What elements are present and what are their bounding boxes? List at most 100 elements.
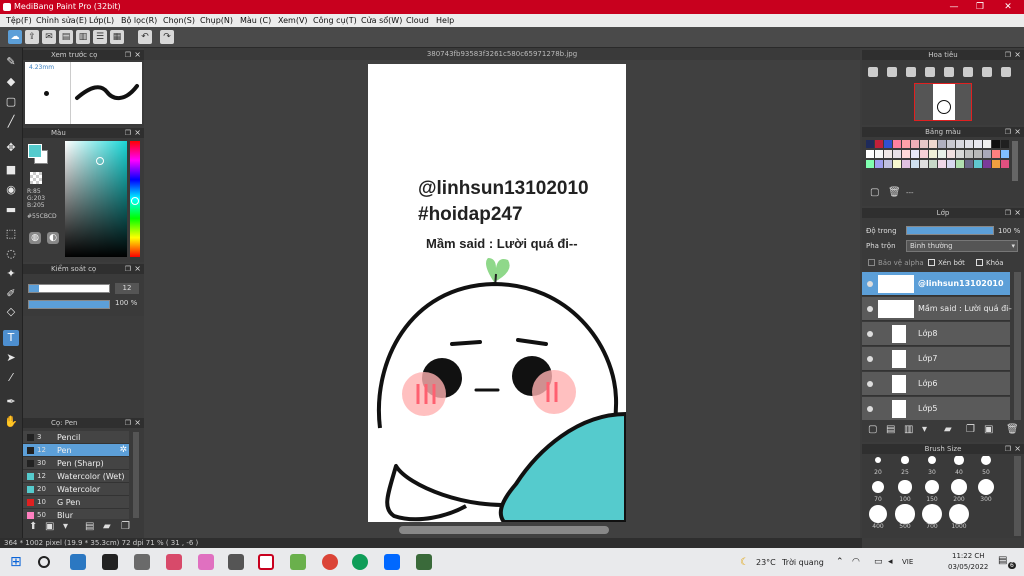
palette-swatch[interactable] (911, 160, 919, 168)
search-icon[interactable] (38, 556, 50, 568)
foreground-color-swatch[interactable] (28, 144, 42, 158)
palette-swatch[interactable] (902, 160, 910, 168)
menu-cloud[interactable]: Cloud (406, 16, 429, 25)
brush-size-scrollbar[interactable] (1014, 456, 1021, 536)
layer-row[interactable]: Lớp6 (862, 372, 1010, 396)
menu-capture[interactable]: Chụp(N) (200, 16, 233, 25)
chevron-up-icon[interactable]: ⌃ (836, 557, 844, 567)
app-icon[interactable] (134, 554, 150, 570)
brush-size-cell[interactable]: 500 (892, 504, 918, 530)
horizontal-scrollbar[interactable] (399, 526, 609, 534)
duplicate-brush-icon[interactable]: ❐ (121, 521, 130, 532)
menu-edit[interactable]: Chỉnh sửa(E) (36, 16, 87, 25)
delete-layer-icon[interactable]: 🗑 (1006, 424, 1019, 435)
new-8bit-layer-icon[interactable]: ▥ (904, 424, 913, 435)
minimize-icon[interactable]: — (940, 0, 968, 14)
palette-swatch[interactable] (992, 160, 1000, 168)
palette-icon[interactable]: ◍ (29, 232, 41, 244)
operation-tool-icon[interactable]: ➤ (3, 350, 19, 366)
palette-swatch[interactable] (947, 150, 955, 158)
capcut-icon[interactable] (102, 554, 118, 570)
palette-swatch[interactable] (893, 160, 901, 168)
menu-color[interactable]: Màu (C) (240, 16, 271, 25)
palette-swatch[interactable] (956, 150, 964, 158)
layer-row[interactable]: Lớp8 (862, 322, 1010, 346)
menu-view[interactable]: Xem(V) (278, 16, 308, 25)
menu-layer[interactable]: Lớp(L) (89, 16, 114, 25)
color-wheel-icon[interactable]: ◐ (47, 232, 59, 244)
saturation-value-picker[interactable] (65, 141, 127, 257)
palette-swatch[interactable] (947, 160, 955, 168)
document-tab[interactable]: 380743fb93583f3261c580c65971278b.jpg (144, 48, 860, 60)
merge-layer-icon[interactable]: ▣ (984, 424, 993, 435)
medibang-icon[interactable] (258, 554, 274, 570)
palette-swatch[interactable] (947, 140, 955, 148)
palette-swatch[interactable] (929, 160, 937, 168)
palette-swatch[interactable] (884, 150, 892, 158)
menu-filter[interactable]: Bộ lọc(R) (121, 16, 157, 25)
pen-item[interactable]: 12 Pen ✲ (23, 444, 129, 457)
select-pen-tool-icon[interactable]: ✐ (3, 286, 19, 302)
app-icon[interactable] (290, 554, 306, 570)
brush-options-icon[interactable]: ▾ (63, 521, 68, 532)
brush-tool-icon[interactable]: ✎ (3, 54, 19, 70)
redo-icon[interactable]: ↷ (160, 30, 174, 44)
brush-size-cell[interactable]: 150 (919, 477, 945, 503)
palette-swatch[interactable] (911, 150, 919, 158)
palette-swatch[interactable] (884, 160, 892, 168)
folder-icon[interactable]: ▰ (103, 521, 111, 532)
palette-swatch[interactable] (965, 160, 973, 168)
palette-swatch[interactable] (1001, 150, 1009, 158)
panel-icon[interactable]: ▥ (76, 30, 90, 44)
pen-item[interactable]: 3 Pencil (23, 431, 129, 444)
eye-icon[interactable] (867, 406, 873, 412)
palette-swatch[interactable] (992, 140, 1000, 148)
palette-swatch[interactable] (875, 150, 883, 158)
detach-icon[interactable]: ❐ (125, 128, 131, 138)
app-icon[interactable] (70, 554, 86, 570)
navigator-viewport[interactable] (914, 83, 972, 121)
palette-swatch[interactable] (875, 140, 883, 148)
reset-rotation-icon[interactable] (982, 67, 992, 77)
detach-icon[interactable]: ❐ (125, 264, 131, 274)
rotate-left-icon[interactable] (944, 67, 954, 77)
brush-size-cell[interactable]: 70 (865, 477, 891, 503)
close-icon[interactable]: × (1014, 127, 1021, 137)
pen-item[interactable]: 10 G Pen (23, 496, 129, 509)
palette-swatch[interactable] (893, 140, 901, 148)
palette-swatch[interactable] (911, 140, 919, 148)
menu-help[interactable]: Help (436, 16, 454, 25)
layer-row[interactable]: Lớp5 (862, 397, 1010, 420)
palette-swatch[interactable] (1001, 140, 1009, 148)
list-icon[interactable]: ☰ (93, 30, 107, 44)
brush-size-value[interactable]: 12 (115, 283, 139, 294)
battery-icon[interactable]: ▭ (874, 557, 883, 567)
new-palette-icon[interactable]: ▢ (870, 187, 879, 198)
delete-palette-icon[interactable]: 🗑 (888, 187, 901, 198)
palette-swatch[interactable] (920, 160, 928, 168)
rect-select-tool-icon[interactable]: ▢ (3, 94, 19, 110)
brush-size-cell[interactable]: 300 (973, 477, 999, 503)
palette-swatch[interactable] (983, 140, 991, 148)
close-icon[interactable]: × (134, 418, 141, 428)
detach-icon[interactable]: ❐ (1005, 444, 1011, 454)
document-canvas[interactable]: @linhsun13102010 #hoidap247 Mầm said : L… (368, 64, 626, 522)
network-icon[interactable]: ◠ (852, 557, 860, 567)
zoom-actual-icon[interactable] (925, 67, 935, 77)
palette-swatch[interactable] (983, 160, 991, 168)
undo-icon[interactable]: ↶ (138, 30, 152, 44)
fill-shape-tool-icon[interactable]: ■ (3, 162, 19, 178)
select-eraser-tool-icon[interactable]: ◇ (3, 304, 19, 320)
color-picker-cursor[interactable] (96, 157, 104, 165)
transparent-swatch[interactable] (30, 172, 42, 184)
eye-icon[interactable] (867, 356, 873, 362)
layer-opacity-slider[interactable] (906, 226, 994, 235)
comment-icon[interactable]: ✉ (42, 30, 56, 44)
line-tool-icon[interactable]: ╱ (3, 114, 19, 130)
lock-checkbox[interactable] (976, 259, 983, 266)
page-icon[interactable]: ▤ (59, 30, 73, 44)
calculator-icon[interactable] (416, 554, 432, 570)
cloud-icon[interactable]: ☁ (8, 30, 22, 44)
palette-swatch[interactable] (974, 140, 982, 148)
palette-scrollbar[interactable] (1012, 141, 1018, 181)
